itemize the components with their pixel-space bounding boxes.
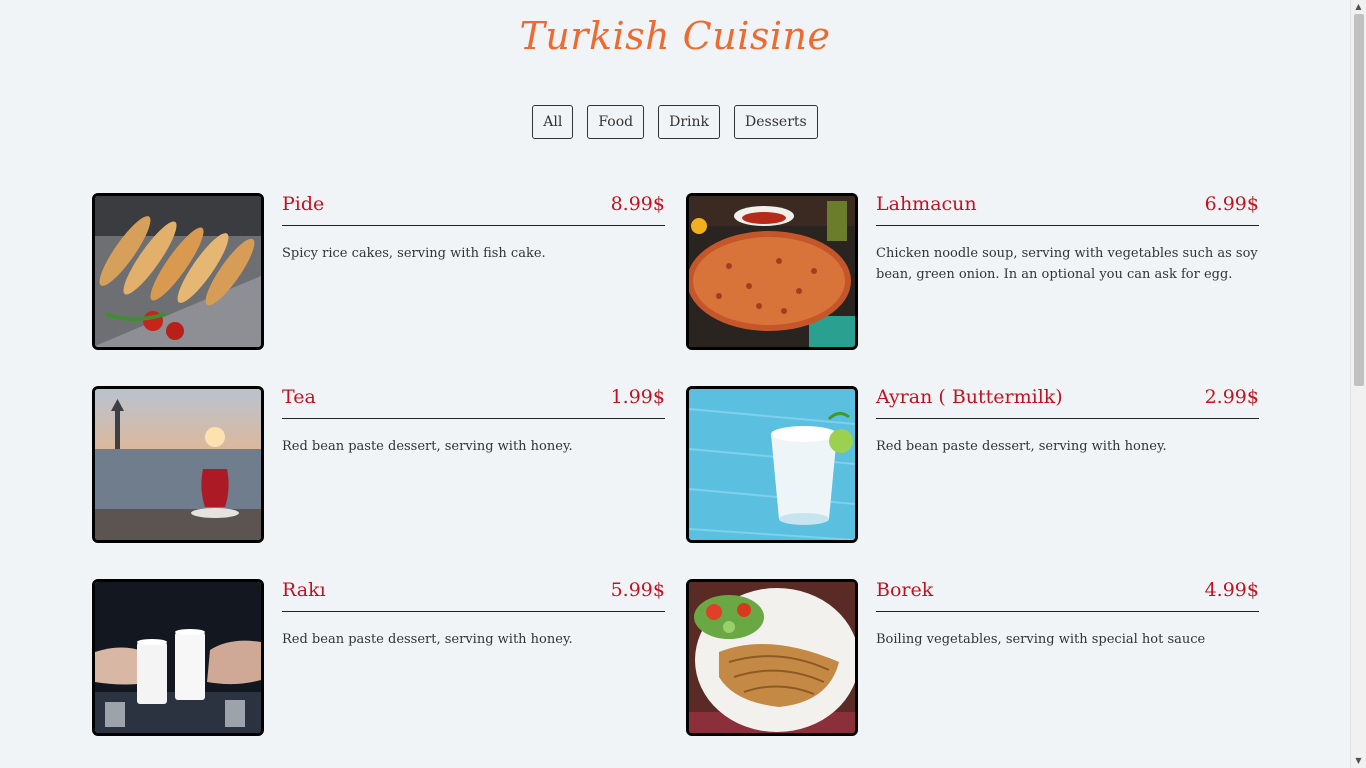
item-price: 4.99$	[1204, 579, 1259, 601]
item-name: Rakı	[282, 579, 326, 601]
item-name: Ayran ( Buttermilk)	[876, 386, 1063, 408]
scrollbar-thumb[interactable]	[1354, 14, 1364, 386]
menu-item: Tea 1.99$ Red bean paste dessert, servin…	[92, 386, 665, 543]
item-description: Red bean paste dessert, serving with hon…	[282, 439, 573, 454]
item-description: Chicken noodle soup, serving with vegeta…	[876, 246, 1258, 282]
vertical-scrollbar[interactable]: ▲ ▼	[1350, 0, 1366, 768]
item-name: Pide	[282, 193, 325, 215]
item-description: Boiling vegetables, serving with special…	[876, 632, 1206, 647]
filter-bar: All Food Drink Desserts	[0, 105, 1350, 139]
filter-desserts-button[interactable]: Desserts	[734, 105, 818, 139]
item-price: 6.99$	[1204, 193, 1259, 215]
item-description: Red bean paste dessert, serving with hon…	[282, 632, 573, 647]
menu-page: Turkish Cuisine All Food Drink Desserts	[0, 0, 1350, 768]
menu-item: Borek 4.99$ Boiling vegetables, serving …	[686, 579, 1259, 736]
item-price: 8.99$	[610, 193, 665, 215]
item-name: Lahmacun	[876, 193, 977, 215]
menu-item: Lahmacun 6.99$ Chicken noodle soup, serv…	[686, 193, 1259, 350]
item-name: Borek	[876, 579, 934, 601]
filter-drink-button[interactable]: Drink	[658, 105, 721, 139]
item-name: Tea	[282, 386, 316, 408]
menu-item: Rakı 5.99$ Red bean paste dessert, servi…	[92, 579, 665, 736]
pide-photo	[92, 193, 264, 350]
item-price: 2.99$	[1204, 386, 1259, 408]
ayran-photo	[686, 386, 858, 543]
item-price: 5.99$	[610, 579, 665, 601]
filter-all-button[interactable]: All	[532, 105, 574, 139]
page-title: Turkish Cuisine	[519, 14, 831, 58]
item-description: Spicy rice cakes, serving with fish cake…	[282, 246, 546, 261]
tea-photo	[92, 386, 264, 543]
lahmacun-photo	[686, 193, 858, 350]
borek-photo	[686, 579, 858, 736]
item-price: 1.99$	[610, 386, 665, 408]
scroll-up-arrow-icon[interactable]: ▲	[1351, 0, 1366, 14]
scroll-down-arrow-icon[interactable]: ▼	[1351, 754, 1366, 768]
item-description: Red bean paste dessert, serving with hon…	[876, 439, 1167, 454]
menu-grid: Pide 8.99$ Spicy rice cakes, serving wit…	[92, 193, 1259, 736]
menu-item: Ayran ( Buttermilk) 2.99$ Red bean paste…	[686, 386, 1259, 543]
filter-food-button[interactable]: Food	[587, 105, 645, 139]
menu-item: Pide 8.99$ Spicy rice cakes, serving wit…	[92, 193, 665, 350]
raki-photo	[92, 579, 264, 736]
